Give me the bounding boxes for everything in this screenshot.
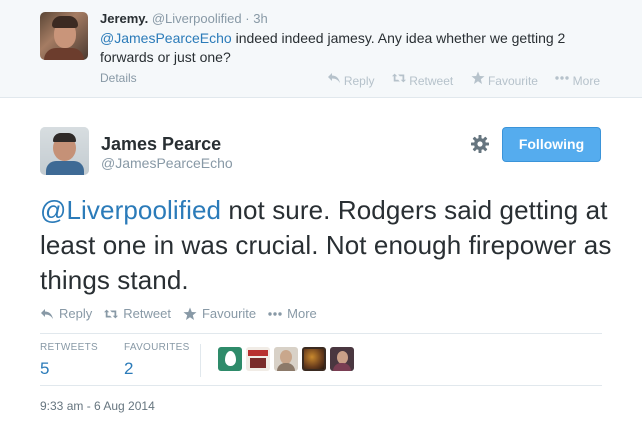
parent-retweet-label: Retweet bbox=[409, 74, 454, 88]
more-label: More bbox=[287, 306, 317, 321]
favourites-count: 2 bbox=[124, 359, 134, 378]
favourites-stat[interactable]: FAVOURITES 2 bbox=[124, 342, 190, 379]
favourites-label: FAVOURITES bbox=[124, 342, 190, 353]
favouriter-avatar[interactable] bbox=[274, 347, 298, 371]
parent-more-button[interactable]: More bbox=[555, 74, 600, 88]
gear-icon[interactable] bbox=[470, 134, 490, 154]
retweet-icon bbox=[391, 73, 406, 83]
star-icon bbox=[183, 307, 197, 320]
parent-tweet[interactable]: Jeremy. @Liverpoolified · 3h @JamesPearc… bbox=[0, 0, 642, 98]
parent-avatar[interactable] bbox=[40, 12, 88, 60]
author-handle[interactable]: @JamesPearceEcho bbox=[101, 155, 233, 171]
favouriter-avatars bbox=[218, 347, 354, 371]
reply-button[interactable]: Reply bbox=[40, 306, 92, 321]
parent-author-handle[interactable]: @Liverpoolified bbox=[152, 11, 242, 26]
more-icon bbox=[268, 311, 282, 316]
parent-tweet-header: Jeremy. @Liverpoolified · 3h bbox=[100, 11, 268, 26]
author-avatar[interactable] bbox=[40, 127, 89, 175]
following-button[interactable]: Following bbox=[502, 127, 601, 162]
parent-reply-label: Reply bbox=[343, 74, 375, 88]
details-link[interactable]: Details bbox=[100, 71, 137, 85]
reply-label: Reply bbox=[59, 306, 93, 321]
favouriter-avatar[interactable] bbox=[302, 347, 326, 371]
divider bbox=[40, 385, 602, 386]
parent-more-label: More bbox=[572, 74, 600, 88]
reply-icon bbox=[41, 308, 53, 319]
parent-favourite-label: Favourite bbox=[487, 74, 538, 88]
retweet-button[interactable]: Retweet bbox=[104, 306, 171, 321]
tweet-timestamp[interactable]: 9:33 am - 6 Aug 2014 bbox=[40, 399, 155, 413]
retweets-stat[interactable]: RETWEETS 5 bbox=[40, 342, 98, 379]
favourite-label: Favourite bbox=[201, 306, 257, 321]
retweet-label: Retweet bbox=[123, 306, 171, 321]
retweets-label: RETWEETS bbox=[40, 342, 98, 353]
reply-icon bbox=[327, 73, 340, 83]
favouriter-avatar[interactable] bbox=[246, 347, 270, 371]
retweets-count: 5 bbox=[40, 359, 50, 378]
retweet-icon bbox=[104, 309, 119, 318]
separator-dot: · bbox=[245, 11, 250, 26]
parent-favourite-button[interactable]: Favourite bbox=[471, 71, 542, 88]
parent-tweet-actions: Reply Retweet Favourite More bbox=[313, 71, 600, 88]
parent-tweet-time[interactable]: 3h bbox=[253, 11, 267, 26]
mention-link[interactable]: @JamesPearceEcho bbox=[100, 30, 232, 46]
more-icon bbox=[555, 76, 570, 80]
parent-retweet-button[interactable]: Retweet bbox=[391, 73, 457, 88]
egg-avatar[interactable] bbox=[218, 347, 242, 371]
tweet-actions: Reply Retweet Favourite More bbox=[40, 306, 317, 321]
star-icon bbox=[471, 71, 485, 84]
mention-link[interactable]: @Liverpoolified bbox=[40, 195, 221, 225]
parent-tweet-text: @JamesPearceEcho indeed indeed jamesy. A… bbox=[100, 29, 620, 67]
more-button[interactable]: More bbox=[268, 306, 317, 321]
parent-reply-button[interactable]: Reply bbox=[327, 73, 378, 88]
author-name[interactable]: James Pearce bbox=[101, 134, 221, 155]
stats-divider bbox=[200, 344, 201, 377]
parent-author-name[interactable]: Jeremy. bbox=[100, 11, 148, 26]
tweet-text: @Liverpoolified not sure. Rodgers said g… bbox=[40, 193, 620, 298]
favourite-button[interactable]: Favourite bbox=[183, 306, 256, 321]
divider bbox=[40, 333, 602, 334]
favouriter-avatar[interactable] bbox=[330, 347, 354, 371]
